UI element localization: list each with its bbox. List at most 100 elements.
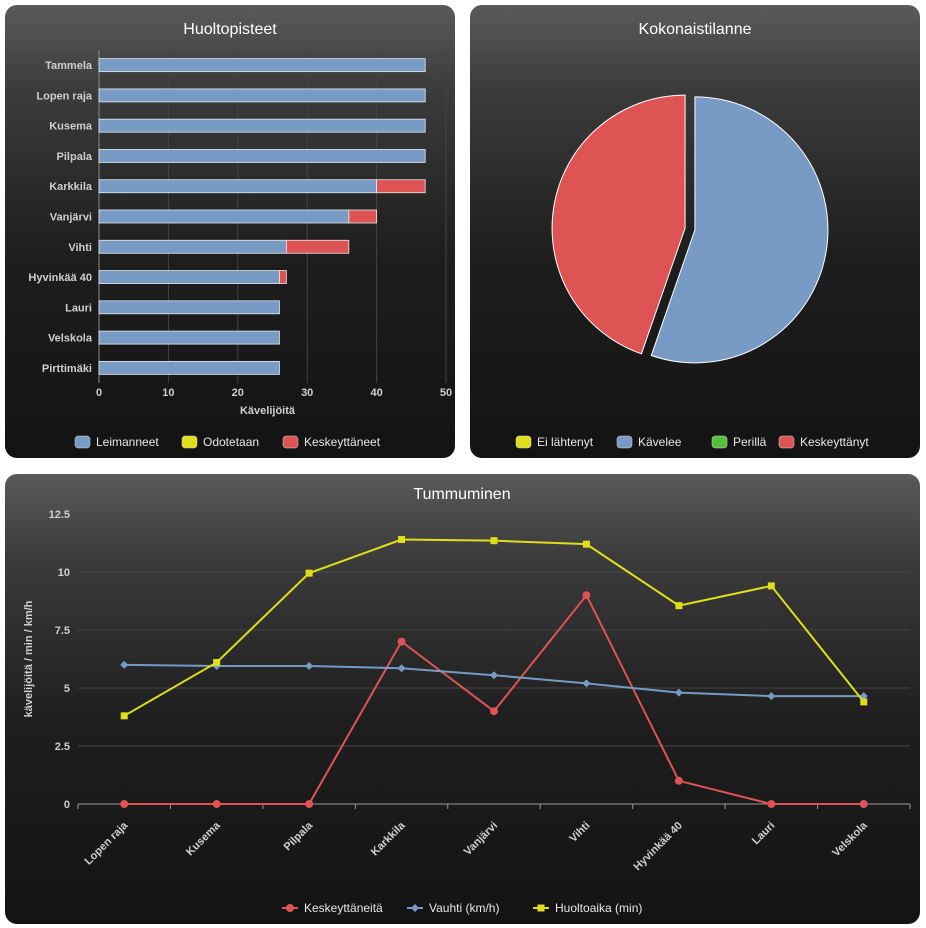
data-point: [120, 800, 129, 808]
x-tick-label: Lopen raja: [83, 819, 131, 867]
bar[interactable]: [98, 149, 426, 163]
legend-symbol: [515, 435, 532, 449]
chart-title: Tummuminen: [413, 486, 510, 503]
x-tick-label: 40: [370, 387, 382, 399]
legend-symbol: [74, 435, 91, 449]
data-point: [490, 707, 498, 716]
x-tick-label: Kusema: [184, 819, 223, 858]
legend-label: Ei lähtenyt: [537, 435, 594, 449]
x-tick-label: Hyvinkää 40: [632, 820, 685, 873]
data-point: [859, 800, 868, 808]
data-point: [674, 688, 683, 697]
series-line: [124, 663, 864, 698]
chart-title: Huoltopisteet: [183, 21, 277, 38]
data-point: [675, 602, 683, 610]
data-point: [582, 591, 591, 600]
bar[interactable]: [98, 118, 426, 133]
data-point: [305, 661, 314, 670]
legend-label: Odotetaan: [203, 435, 259, 449]
data-point: [767, 692, 776, 701]
data-point: [120, 660, 129, 669]
legend-item[interactable]: Ei lähtenyt: [515, 435, 594, 449]
tummuminen-chart: Tummuminen 0 2.5 5 7.5 10 12.5 Lopen raja Kusem…: [23, 486, 911, 915]
legend-symbol: [282, 435, 299, 449]
bar[interactable]: [285, 239, 350, 254]
series-line: [123, 538, 865, 717]
bar[interactable]: [98, 330, 280, 345]
x-axis-title: Kävelijöitä: [240, 405, 296, 417]
bar[interactable]: [98, 360, 280, 375]
data-point: [490, 671, 498, 680]
y-tick-label: 2.5: [55, 741, 70, 753]
x-tick-label: Karkkila: [369, 819, 408, 858]
y-tick-label: 7.5: [55, 625, 70, 637]
bar[interactable]: [348, 209, 377, 224]
bar[interactable]: [98, 300, 280, 315]
category-label: Kusema: [49, 121, 93, 133]
data-point: [767, 800, 776, 808]
data-point: [582, 540, 590, 548]
data-point: [582, 679, 591, 688]
category-label: Vanjärvi: [50, 212, 92, 224]
kokonaistilanne-chart: Kokonaistilanne Ei lähtenyt Kävelee Perill…: [515, 21, 869, 449]
legend-item[interactable]: Keskeyttäneet: [282, 435, 381, 449]
y-tick-label: 10: [58, 567, 70, 579]
data-point: [397, 637, 406, 646]
category-label: Vihti: [68, 242, 92, 254]
category-label: Lauri: [65, 302, 92, 314]
bar[interactable]: [98, 270, 280, 284]
data-point: [860, 698, 868, 706]
data-point: [398, 536, 406, 544]
legend-label: Keskeyttäneet: [304, 435, 381, 449]
category-label: Pirttimäki: [42, 363, 92, 375]
series-line: [124, 593, 864, 805]
y-tick-label: 0: [64, 799, 70, 811]
data-point: [397, 664, 406, 673]
data-point: [212, 800, 221, 808]
y-axis-title: kävelijöitä / min / km/h: [23, 600, 35, 717]
x-tick-label: 0: [96, 387, 102, 399]
bar[interactable]: [98, 88, 426, 103]
x-tick-label: Vanjärvi: [462, 820, 500, 858]
data-point: [305, 569, 313, 577]
huoltopisteet-panel: Huoltopisteet 0 10 20 30 40 50 Tammela Lopen ra…: [5, 5, 455, 458]
data-point: [674, 776, 683, 785]
data-point: [490, 537, 498, 545]
data-point: [305, 800, 314, 808]
legend-label: Perillä: [733, 435, 767, 449]
category-label: Tammela: [45, 60, 93, 72]
bar[interactable]: [98, 179, 378, 194]
legend-label: Vauhti (km/h): [429, 901, 499, 915]
legend-item[interactable]: Leimanneet: [74, 435, 159, 449]
category-label: Pilpala: [57, 151, 93, 163]
y-tick-label: 12.5: [49, 509, 70, 521]
tummuminen-panel: Tummuminen 0 2.5 5 7.5 10 12.5 Lopen raja Kusem…: [5, 474, 920, 924]
bar-plot-area: 0 10 20 30 40 50 Tammela Lopen raja Kusema Pilpal…: [28, 50, 452, 449]
legend-label: Keskeyttänyt: [800, 435, 869, 449]
legend-marker: [411, 904, 419, 912]
legend-marker: [537, 904, 545, 912]
x-tick-label: Vihti: [567, 820, 592, 845]
bar[interactable]: [98, 209, 350, 224]
chart-title: Kokonaistilanne: [639, 21, 752, 38]
data-point: [767, 582, 775, 590]
legend-label: Leimanneet: [96, 435, 159, 449]
x-tick-label: 50: [440, 387, 452, 399]
kokonaistilanne-panel: Kokonaistilanne Ei lähtenyt Kävelee Perill…: [470, 5, 920, 458]
legend-item[interactable]: Keskeyttänyt: [778, 435, 869, 449]
legend-item[interactable]: Keskeyttäneitä: [282, 901, 383, 915]
x-tick-label: Velskola: [830, 819, 870, 859]
category-label: Lopen raja: [36, 90, 93, 102]
bar[interactable]: [98, 239, 287, 254]
bar[interactable]: [279, 270, 287, 284]
legend-item[interactable]: Kävelee: [616, 435, 682, 449]
legend-item[interactable]: Huoltoaika (min): [533, 901, 642, 915]
x-tick-label: 10: [162, 387, 174, 399]
x-tick-label: 30: [301, 387, 313, 399]
legend-item[interactable]: Vauhti (km/h): [407, 901, 499, 915]
data-point: [213, 658, 221, 666]
legend-item[interactable]: Odotetaan: [181, 435, 259, 449]
bar[interactable]: [376, 179, 426, 194]
bar[interactable]: [98, 58, 426, 73]
legend-item[interactable]: Perillä: [711, 435, 767, 449]
